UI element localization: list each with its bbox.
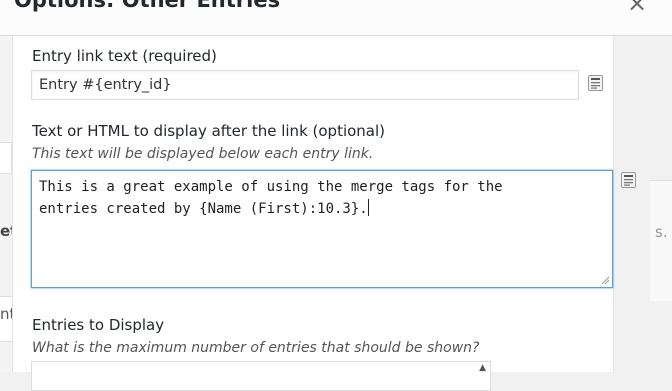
modal-header: Options: Other Entries ×: [0, 0, 672, 36]
text-cursor: [367, 199, 369, 216]
after-link-label: Text or HTML to display after the link (…: [32, 122, 386, 140]
entries-to-display-label: Entries to Display: [32, 316, 165, 334]
background-text-fragment-right: s.: [655, 223, 668, 241]
resize-grip-icon[interactable]: [601, 276, 609, 284]
entries-to-display-input[interactable]: ▲: [31, 361, 491, 391]
entry-link-text-label: Entry link text (required): [32, 47, 217, 65]
entry-link-text-input[interactable]: Entry #{entry_id}: [31, 70, 579, 100]
after-link-text-line1: This is a great example of using the mer…: [39, 179, 503, 195]
modal-title: Options: Other Entries: [14, 0, 281, 12]
merge-tags-icon[interactable]: [588, 75, 603, 91]
merge-tags-icon[interactable]: [621, 172, 636, 188]
after-link-textarea[interactable]: This is a great example of using the mer…: [31, 170, 613, 288]
after-link-description: This text will be displayed below each e…: [32, 146, 374, 162]
modal-body: Entry link text (required) Entry #{entry…: [12, 36, 636, 391]
entries-to-display-description: What is the maximum number of entries th…: [32, 340, 480, 356]
background-left-field: [0, 142, 12, 174]
close-icon[interactable]: ×: [622, 0, 652, 18]
after-link-text-line2: entries created by {Name (First):10.3}.: [39, 201, 368, 217]
